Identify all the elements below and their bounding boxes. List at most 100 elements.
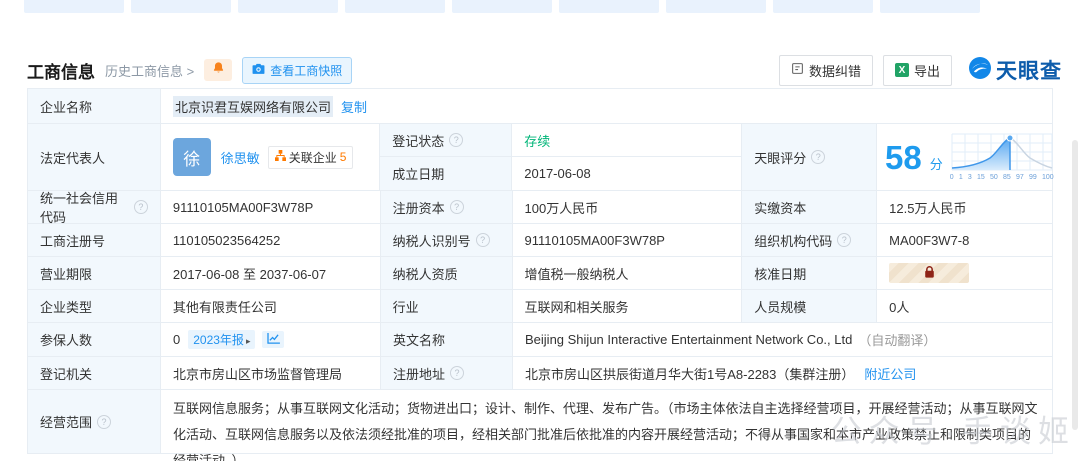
help-icon[interactable]: ? <box>133 200 148 214</box>
nav-tab[interactable] <box>24 0 124 13</box>
industry-label: 行业 <box>380 290 513 323</box>
reg-number-value: 110105023564252 <box>160 224 381 257</box>
top-nav-tabs <box>24 0 980 13</box>
score-cell[interactable]: 58 分 0 1 3 15 50 85 97 99 100 <box>877 124 1054 191</box>
nav-tab[interactable] <box>773 0 873 13</box>
score-value: 58 <box>885 138 922 176</box>
auto-translate-note: （自动翻译） <box>858 333 937 348</box>
staff-size-label: 人员规模 <box>742 290 878 323</box>
business-scope-label: 经营范围 <box>40 415 93 430</box>
business-term-value: 2017-06-08 至 2037-06-07 <box>160 257 381 290</box>
insured-trend-button[interactable] <box>262 331 285 348</box>
excel-icon: X <box>894 63 909 77</box>
org-chart-icon <box>274 150 286 164</box>
org-code-label-cell: 组织机构代码 ? <box>742 224 878 257</box>
help-icon[interactable]: ? <box>449 133 464 147</box>
approval-date-value-cell <box>877 257 1053 290</box>
help-icon[interactable]: ? <box>449 200 464 214</box>
help-icon[interactable]: ? <box>450 366 465 380</box>
reg-authority-label: 登记机关 <box>28 357 161 390</box>
scrollbar-thumb[interactable] <box>1072 140 1078 430</box>
section-title: 工商信息 <box>27 62 95 82</box>
table-row: 统一社会信用代码 ? 91110105MA00F3W78P 注册资本 ? 100… <box>28 191 1053 225</box>
view-snapshot-button[interactable]: 查看工商快照 <box>242 56 353 84</box>
nav-tab[interactable] <box>880 0 980 13</box>
business-info-table: 企业名称 北京识君互娱网络有限公司 复制 法定代表人 徐 徐思敏 关联企业 5 <box>27 88 1054 461</box>
company-type-label: 企业类型 <box>28 290 161 323</box>
subscribe-bell-button[interactable] <box>204 59 233 81</box>
reg-authority-value: 北京市房山区市场监督管理局 <box>161 357 381 390</box>
help-icon[interactable]: ? <box>97 414 112 429</box>
view-snapshot-label: 查看工商快照 <box>270 63 343 78</box>
tianyancha-logo-icon <box>968 56 992 85</box>
help-icon[interactable]: ? <box>475 233 490 247</box>
reg-status-label-cell: 登记状态 ? <box>380 124 513 157</box>
locked-value[interactable] <box>889 263 970 283</box>
company-name-value-cell: 北京识君互娱网络有限公司 复制 <box>161 89 1053 124</box>
nearby-companies-link[interactable]: 附近公司 <box>864 364 916 383</box>
business-term-label: 营业期限 <box>28 257 161 290</box>
english-name-label: 英文名称 <box>381 323 513 357</box>
uscc-label: 统一社会信用代码 <box>40 191 119 225</box>
copy-button[interactable]: 复制 <box>341 97 367 116</box>
company-name: 北京识君互娱网络有限公司 <box>173 95 334 117</box>
business-scope-label-cell: 经营范围 ? <box>28 390 161 454</box>
related-companies-badge[interactable]: 关联企业 5 <box>267 145 354 169</box>
nav-tab[interactable] <box>131 0 231 13</box>
reg-capital-value: 100万人民币 <box>512 191 743 224</box>
correction-icon <box>791 62 804 78</box>
data-correction-button[interactable]: 数据纠错 <box>778 54 873 86</box>
reg-address-label: 注册地址 <box>393 366 446 382</box>
staff-size-value: 0人 <box>877 290 1053 323</box>
reg-number-label: 工商注册号 <box>28 224 161 257</box>
tianyancha-logo: 天眼查 <box>968 55 1062 85</box>
export-button[interactable]: X 导出 <box>882 54 952 86</box>
taxpayer-id-label-cell: 纳税人识别号 ? <box>380 224 513 257</box>
approval-date-label: 核准日期 <box>742 257 878 290</box>
org-code-value: MA00F3W7-8 <box>877 224 1053 257</box>
score-axis-ticks: 0 1 3 15 50 85 97 99 100 <box>949 174 1054 181</box>
nav-tab[interactable] <box>452 0 552 13</box>
insured-cell: 0 2023年报 ▸ <box>161 323 381 357</box>
est-date-value: 2017-06-08 <box>512 157 743 191</box>
related-companies-count: 5 <box>339 150 347 164</box>
legal-rep-cell: 徐 徐思敏 关联企业 5 <box>160 124 381 191</box>
reg-status-value: 存续 <box>524 133 551 149</box>
insured-count: 0 <box>173 332 181 347</box>
business-info-page: 工商信息 历史工商信息 > 查看工商快照 数据纠错 X 导出 天眼查 企业名称 … <box>0 0 1080 461</box>
score-distribution-chart: 0 1 3 15 50 85 97 99 100 <box>950 133 1054 181</box>
industry-value: 互联网和相关服务 <box>512 290 743 323</box>
nav-tab[interactable] <box>238 0 338 13</box>
taxpayer-quali-value: 增值税一般纳税人 <box>512 257 743 290</box>
help-icon[interactable]: ? <box>811 150 826 164</box>
score-label-cell: 天眼评分 ? <box>742 124 877 191</box>
taxpayer-id-label: 纳税人识别号 <box>392 233 471 249</box>
history-info-link[interactable]: 历史工商信息 > <box>105 61 194 80</box>
chevron-right-icon: ▸ <box>245 336 251 346</box>
paid-capital-value: 12.5万人民币 <box>877 191 1053 224</box>
taxpayer-quali-label: 纳税人资质 <box>380 257 513 290</box>
nav-tab[interactable] <box>559 0 659 13</box>
lock-icon <box>924 265 935 281</box>
legal-rep-label: 法定代表人 <box>28 124 161 191</box>
reg-capital-label-cell: 注册资本 ? <box>380 191 513 224</box>
english-name-cell: Beijing Shijun Interactive Entertainment… <box>513 323 1053 357</box>
help-icon[interactable]: ? <box>837 233 852 247</box>
business-scope-value: 互联网信息服务；从事互联网文化活动；货物进出口；设计、制作、代理、发布广告。（市… <box>161 390 1053 461</box>
table-row: 营业期限 2017-06-08 至 2037-06-07 纳税人资质 增值税一般… <box>28 257 1053 290</box>
legal-rep-name-link[interactable]: 徐思敏 <box>221 148 260 167</box>
uscc-value: 91110105MA00F3W78P <box>160 191 381 224</box>
uscc-label-cell: 统一社会信用代码 ? <box>28 191 161 225</box>
score-label: 天眼评分 <box>754 150 807 166</box>
paid-capital-label: 实缴资本 <box>742 191 878 224</box>
table-row: 企业类型 其他有限责任公司 行业 互联网和相关服务 人员规模 0人 <box>28 290 1053 323</box>
nav-tab[interactable] <box>345 0 445 13</box>
insured-label: 参保人数 <box>28 323 161 357</box>
reg-address-label-cell: 注册地址 ? <box>381 357 513 390</box>
trend-chart-icon <box>267 332 280 347</box>
legal-rep-avatar[interactable]: 徐 <box>172 138 211 176</box>
annual-report-chip[interactable]: 2023年报 ▸ <box>188 330 256 349</box>
taxpayer-id-value: 91110105MA00F3W78P <box>512 224 743 257</box>
score-unit: 分 <box>929 156 943 172</box>
nav-tab[interactable] <box>666 0 766 13</box>
